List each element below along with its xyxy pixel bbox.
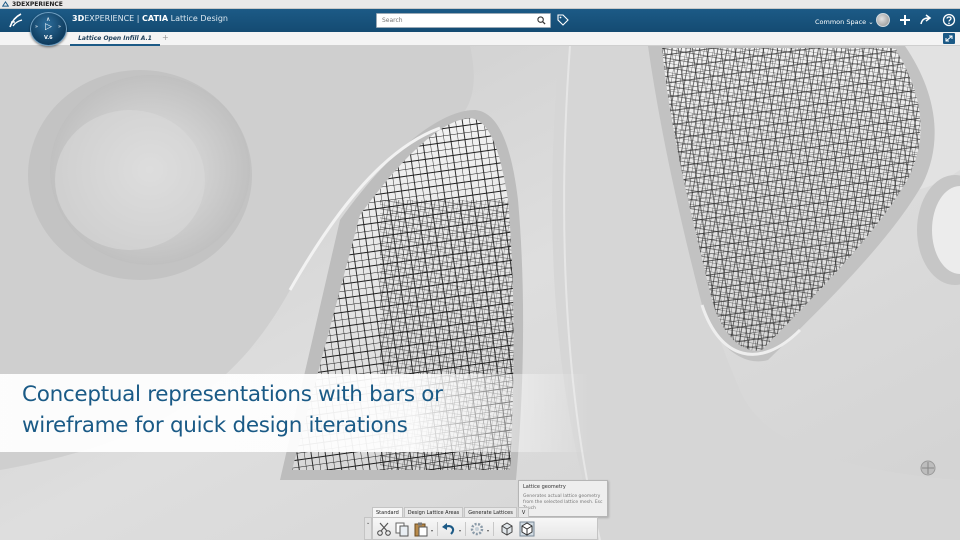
search-icon[interactable] xyxy=(537,16,546,25)
undo-icon[interactable] xyxy=(441,521,457,537)
action-bar-collapse-button[interactable]: ⌄ xyxy=(364,517,372,540)
action-bar: ⌄ Standard Design Lattice Areas Generate… xyxy=(364,507,598,540)
separator xyxy=(465,522,466,536)
brand-3d: 3D xyxy=(72,14,85,23)
separator xyxy=(493,522,494,536)
lattice-geometry-icon[interactable] xyxy=(519,521,535,537)
brand-module: Lattice Design xyxy=(170,14,228,23)
help-icon[interactable] xyxy=(942,13,956,27)
ds-logo-icon[interactable] xyxy=(8,12,24,29)
space-label: Common Space xyxy=(815,18,867,26)
tab-design-lattice-areas[interactable]: Design Lattice Areas xyxy=(403,507,464,517)
paste-icon[interactable] xyxy=(413,521,429,537)
tab-label: Lattice Open Infill A.1 xyxy=(78,34,152,42)
chevron-down-icon: ⌄ xyxy=(366,520,371,526)
tab-lattice-open-infill[interactable]: Lattice Open Infill A.1 xyxy=(70,32,160,46)
undo-dropdown-caret[interactable]: ▾ xyxy=(459,528,461,533)
brand-app: CATIA xyxy=(142,14,169,23)
lattice-bars-icon[interactable] xyxy=(499,521,515,537)
app-window: 3DEXPERIENCE 3DEXPERIENCE | CATIA Lattic… xyxy=(0,0,960,540)
compass-version: V.6 xyxy=(44,35,53,41)
avatar[interactable] xyxy=(876,13,890,27)
compass-play-icon[interactable]: ▷ xyxy=(45,22,52,32)
brand-title: 3DEXPERIENCE | CATIA Lattice Design xyxy=(72,14,228,23)
cut-icon[interactable] xyxy=(376,521,392,537)
tab-more[interactable]: V xyxy=(517,507,530,517)
search-input[interactable] xyxy=(377,14,532,27)
tag-icon[interactable] xyxy=(557,14,569,26)
maximize-icon[interactable] xyxy=(943,33,955,44)
caption-line-2: wireframe for quick design iterations xyxy=(22,413,408,438)
editor-tab-row: Lattice Open Infill A.1 + xyxy=(0,32,960,46)
copy-icon[interactable] xyxy=(394,521,410,537)
add-tab-button[interactable]: + xyxy=(162,33,169,42)
3d-viewport[interactable] xyxy=(0,46,960,540)
os-title-bar: 3DEXPERIENCE xyxy=(0,0,960,9)
compass-left-arrow[interactable]: » xyxy=(35,24,38,30)
brand-experience: EXPERIENCE xyxy=(84,14,135,23)
collaborative-space-selector[interactable]: Common Space ⌄ xyxy=(815,18,874,26)
settings-dropdown-caret[interactable]: ▾ xyxy=(487,528,489,533)
os-window-title: 3DEXPERIENCE xyxy=(12,0,63,8)
ds-small-logo-icon xyxy=(2,1,9,7)
caption-line-1: Conceptual representations with bars or xyxy=(22,382,443,407)
compass-widget[interactable]: ∧ » ▷ » V.6 xyxy=(30,12,67,46)
lattice-part-model xyxy=(0,46,960,540)
action-bar-tools: ▾ ▾ ▾ xyxy=(372,517,598,540)
action-bar-tabs: Standard Design Lattice Areas Generate L… xyxy=(372,507,530,517)
settings-icon[interactable] xyxy=(469,521,485,537)
caption-banner: Conceptual representations with bars or … xyxy=(0,374,590,452)
robot-icon[interactable] xyxy=(920,460,936,476)
tooltip-title: Lattice geometry xyxy=(523,484,566,490)
share-icon[interactable] xyxy=(919,13,933,27)
search-box[interactable] xyxy=(376,13,551,28)
paste-dropdown-caret[interactable]: ▾ xyxy=(431,528,433,533)
separator xyxy=(437,522,438,536)
tab-standard[interactable]: Standard xyxy=(372,507,403,517)
tab-generate-lattices[interactable]: Generate Lattices xyxy=(464,507,517,517)
plus-icon[interactable] xyxy=(898,13,912,27)
top-action-bar: 3DEXPERIENCE | CATIA Lattice Design Comm… xyxy=(0,9,960,32)
compass-right-arrow[interactable]: » xyxy=(58,24,61,30)
